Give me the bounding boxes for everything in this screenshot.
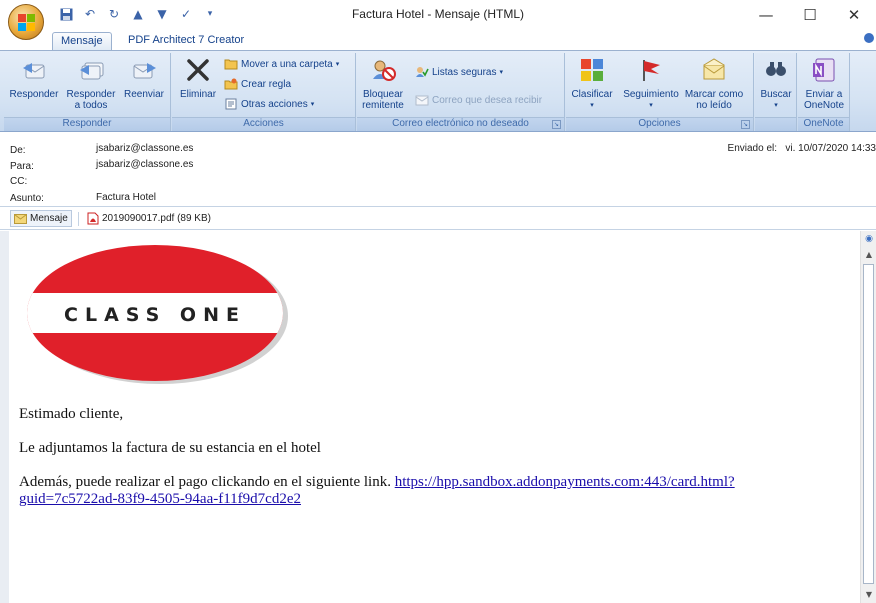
rule-icon: [224, 77, 238, 91]
message-body: CLASS ONE Estimado cliente, Le adjuntamo…: [19, 231, 859, 603]
flag-icon: [643, 60, 660, 81]
subject-value: Factura Hotel: [96, 192, 157, 203]
delete-icon: [187, 59, 209, 81]
from-label: De:: [10, 145, 26, 156]
mark-unread-button[interactable]: Marcar como no leído: [682, 53, 746, 111]
follow-up-button[interactable]: Seguimiento ▾: [618, 53, 684, 111]
forward-icon: [133, 63, 156, 79]
payment-link-continued: guid=7c5722ad-83f9-4505-94aa-f11f9d7cd2e…: [19, 491, 301, 508]
categorize-button[interactable]: Clasificar ▾: [566, 53, 618, 111]
scroll-down-icon[interactable]: ▼: [861, 588, 876, 602]
invoice-text: Le adjuntamos la factura de su estancia …: [19, 440, 321, 456]
not-junk-button[interactable]: Correo que desea recibir: [415, 93, 542, 107]
payment-instruction: Además, puede realizar el pago clickando…: [19, 474, 391, 490]
payment-link[interactable]: https://hpp.sandbox.addonpayments.com:44…: [395, 474, 735, 490]
ribbon-tabs: Mensaje PDF Architect 7 Creator: [0, 30, 876, 51]
ribbon: Responder Responder a todos Reenviar Res…: [0, 50, 876, 132]
to-value[interactable]: jsabariz@classone.es: [96, 159, 193, 170]
group-responder: Responder Responder a todos Reenviar Res…: [4, 53, 171, 131]
other-actions-button[interactable]: Otras acciones ▾: [224, 97, 314, 111]
other-actions-icon: [224, 97, 238, 111]
move-to-folder-button[interactable]: Mover a una carpeta ▾: [224, 57, 339, 71]
payment-link-guid[interactable]: guid=7c5722ad-83f9-4505-94aa-f11f9d7cd2e…: [19, 491, 301, 507]
not-junk-icon: [415, 93, 429, 107]
attachments-bar: Mensaje 2019090017.pdf (89 KB): [0, 206, 876, 230]
group-correo-no-deseado: Bloquear remitente Listas seguras ▾ Corr…: [357, 53, 565, 131]
group-acciones: Eliminar Mover a una carpeta ▾ Crear reg…: [172, 53, 356, 131]
group-label-onenote: OneNote: [798, 117, 849, 131]
vertical-scrollbar[interactable]: ◉ ▲ ▼: [860, 231, 876, 603]
binoculars-icon: [766, 62, 786, 76]
reply-all-button[interactable]: Responder a todos: [62, 53, 120, 111]
envelope-icon: [14, 213, 27, 224]
payment-text: Además, puede realizar el pago clickando…: [19, 474, 735, 491]
dropdown-arrow-icon: ▾: [590, 102, 594, 109]
dropdown-arrow-icon: ▾: [335, 61, 340, 68]
find-button[interactable]: Buscar ▾: [755, 53, 797, 111]
scroll-up-icon[interactable]: ▲: [861, 248, 876, 262]
class-one-logo: CLASS ONE: [20, 241, 290, 386]
dropdown-arrow-icon: ▾: [774, 102, 778, 109]
cc-label: CC:: [10, 176, 28, 187]
safe-lists-button[interactable]: Listas seguras ▾: [415, 65, 503, 79]
message-attachment-tab[interactable]: Mensaje: [10, 210, 72, 227]
message-body-pane: CLASS ONE Estimado cliente, Le adjuntamo…: [0, 231, 876, 603]
help-icon[interactable]: [864, 33, 874, 43]
scrollbar-thumb[interactable]: [863, 264, 874, 584]
delete-button[interactable]: Eliminar: [174, 53, 222, 100]
safe-lists-icon: [415, 65, 429, 79]
close-button[interactable]: ✕: [832, 0, 876, 30]
subject-label: Asunto:: [10, 193, 44, 204]
group-label-opciones: Opciones: [566, 117, 753, 131]
group-onenote: Enviar a OneNote OneNote: [798, 53, 850, 131]
group-label-buscar: [755, 117, 796, 131]
dialog-launcher-icon[interactable]: ↘: [741, 120, 750, 129]
forward-button[interactable]: Reenviar: [120, 53, 168, 100]
move-folder-icon: [224, 57, 238, 71]
minimize-button[interactable]: —: [744, 0, 788, 30]
group-opciones: Clasificar ▾ Seguimiento ▾ Marcar como n…: [566, 53, 754, 131]
dropdown-arrow-icon: ▾: [649, 102, 653, 109]
sent-label: Enviado el:: [727, 143, 778, 154]
group-buscar: Buscar ▾: [755, 53, 797, 131]
block-sender-icon: [373, 60, 396, 81]
office-button[interactable]: [8, 4, 44, 40]
message-header: De: jsabariz@classone.es Para: jsabariz@…: [0, 133, 876, 205]
reply-icon: [23, 63, 45, 79]
to-label: Para:: [10, 161, 34, 172]
group-label-acciones: Acciones: [172, 117, 355, 131]
pdf-attachment[interactable]: 2019090017.pdf (89 KB): [84, 210, 214, 227]
greeting-text: Estimado cliente,: [19, 406, 124, 422]
pdf-icon: [87, 212, 99, 225]
mark-unread-icon: [703, 58, 725, 80]
logo-text: CLASS ONE: [64, 304, 246, 326]
categorize-icon: [581, 59, 603, 81]
office-logo-icon: [18, 14, 36, 32]
dialog-launcher-icon[interactable]: ↘: [552, 120, 561, 129]
group-label-responder: Responder: [4, 117, 170, 131]
scroll-settings-icon[interactable]: ◉: [861, 232, 876, 246]
block-sender-button[interactable]: Bloquear remitente: [357, 53, 409, 111]
from-value[interactable]: jsabariz@classone.es: [96, 143, 193, 154]
sent-value: vi. 10/07/2020 14:33: [785, 143, 876, 154]
maximize-button[interactable]: ☐: [788, 0, 832, 30]
tab-pdf-architect[interactable]: PDF Architect 7 Creator: [120, 32, 252, 51]
create-rule-button[interactable]: Crear regla: [224, 77, 291, 91]
reply-all-icon: [80, 62, 104, 80]
onenote-icon: [813, 58, 835, 82]
title-bar: ↶ ↻ ▲ ▼ ✓ ▾ Factura Hotel - Mensaje (HTM…: [0, 0, 876, 40]
tab-mensaje[interactable]: Mensaje: [52, 32, 112, 51]
dropdown-arrow-icon: ▾: [499, 69, 503, 76]
sent-info: Enviado el: vi. 10/07/2020 14:33: [728, 143, 876, 154]
send-to-onenote-button[interactable]: Enviar a OneNote: [798, 53, 850, 111]
reply-button[interactable]: Responder: [6, 53, 62, 100]
attachment-divider: [78, 212, 79, 226]
dropdown-arrow-icon: ▾: [310, 101, 315, 108]
group-label-correo: Correo electrónico no deseado: [357, 117, 564, 131]
